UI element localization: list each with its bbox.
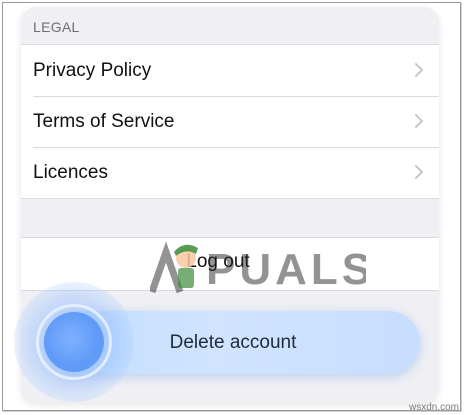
delete-account-label: Delete account — [169, 331, 297, 353]
chevron-right-icon — [415, 63, 423, 77]
section-header-legal: LEGAL — [33, 19, 80, 35]
row-privacy-policy[interactable]: Privacy Policy — [21, 45, 439, 96]
row-label: Licences — [33, 161, 108, 183]
logout-label: Log out — [186, 251, 250, 272]
legal-group: Privacy Policy Terms of Service Licences — [21, 44, 439, 199]
row-label: Terms of Service — [33, 110, 175, 132]
chevron-right-icon — [415, 114, 423, 128]
row-label: Privacy Policy — [33, 59, 152, 81]
touch-indicator-icon — [44, 312, 104, 372]
chevron-right-icon — [415, 165, 423, 179]
row-licences[interactable]: Licences — [21, 147, 439, 198]
watermark-credit: wsxdn.com — [408, 402, 459, 413]
row-terms-of-service[interactable]: Terms of Service — [21, 96, 439, 147]
